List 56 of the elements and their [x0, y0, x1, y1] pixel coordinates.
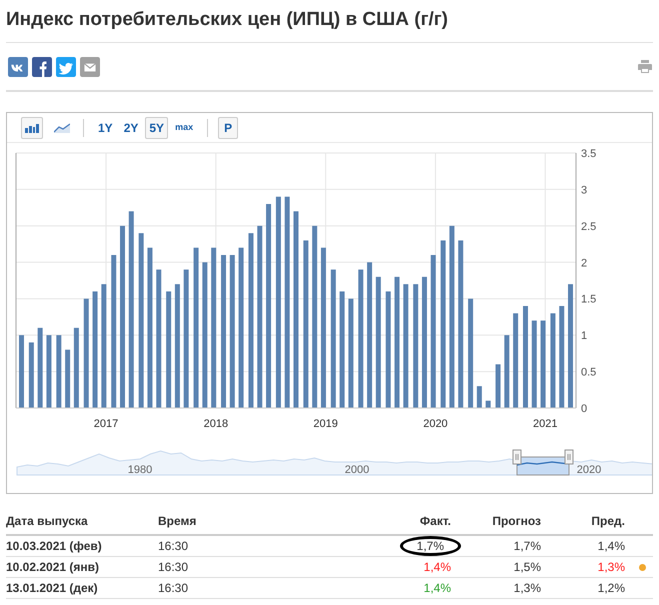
actual-value: 1,4%	[424, 581, 451, 595]
x-axis-label: 2021	[533, 418, 558, 430]
vk-share-button[interactable]	[8, 56, 28, 76]
circled-actual-value: 1,7%	[400, 536, 461, 556]
y-axis-label: 1.5	[581, 294, 596, 306]
navigator-year-label: 1980	[128, 464, 152, 476]
navigator-handle[interactable]	[564, 450, 574, 464]
time-cell: 16:30	[158, 578, 357, 598]
chart-bar	[476, 386, 482, 408]
navigator-year-label: 2020	[576, 464, 602, 476]
chart-bar	[65, 350, 70, 408]
facebook-share-button[interactable]	[32, 56, 52, 76]
line-chart-icon	[54, 122, 70, 132]
column-header: Прогноз	[457, 508, 547, 535]
p-button[interactable]: P	[218, 116, 238, 138]
x-axis-label: 2020	[423, 418, 448, 430]
y-axis-label: 2.5	[581, 220, 596, 233]
navigator-handle[interactable]	[512, 450, 522, 464]
x-axis-label: 2019	[313, 418, 338, 430]
time-cell: 16:30	[158, 535, 357, 556]
y-axis-label: 2	[581, 257, 588, 270]
release-date-cell: 10.03.2021 (фев)	[6, 535, 158, 556]
bar-chart-button[interactable]	[21, 116, 43, 138]
x-axis-label: 2017	[94, 418, 118, 430]
column-header: Факт.	[357, 508, 457, 535]
column-header: Пред.	[547, 508, 631, 535]
chart-bar	[496, 364, 501, 408]
page-title: Индекс потребительских цен (ИПЦ) в США (г/г)	[6, 8, 450, 32]
release-date-cell: 10.02.2021 (янв)	[6, 556, 158, 578]
x-axis-label: 2018	[204, 418, 228, 430]
y-axis-label: 3.5	[581, 148, 596, 160]
previous-cell: 1,3%	[547, 556, 631, 578]
y-axis-label: 0	[581, 403, 588, 415]
range-button[interactable]: max	[171, 116, 198, 138]
range-button[interactable]: 5Y	[145, 116, 168, 138]
column-header: Время	[158, 508, 357, 535]
y-axis-label: 1	[581, 330, 588, 342]
bar-chart-icon	[25, 122, 39, 132]
chart-bar	[486, 400, 491, 408]
y-axis-label: 3	[581, 184, 588, 196]
range-button[interactable]: 1Y	[94, 116, 117, 138]
previous-cell: 1,4%	[547, 535, 631, 556]
time-cell: 16:30	[158, 556, 357, 578]
range-button[interactable]: 2Y	[120, 116, 142, 138]
forecast-cell: 1,5%	[457, 556, 547, 578]
forecast-cell: 1,3%	[457, 578, 547, 598]
mail-share-button[interactable]	[80, 56, 100, 76]
print-icon[interactable]	[638, 60, 652, 73]
actual-value: 1,4%	[424, 560, 451, 574]
release-date-cell: 13.01.2021 (дек)	[6, 578, 158, 598]
navigator-year-label: 2000	[344, 464, 370, 476]
previous-cell: 1,2%	[547, 578, 631, 598]
column-header: Дата выпуска	[6, 508, 158, 535]
chart-bar	[28, 342, 34, 408]
twitter-share-button[interactable]	[56, 56, 76, 76]
y-axis-label: 0.5	[581, 366, 596, 379]
